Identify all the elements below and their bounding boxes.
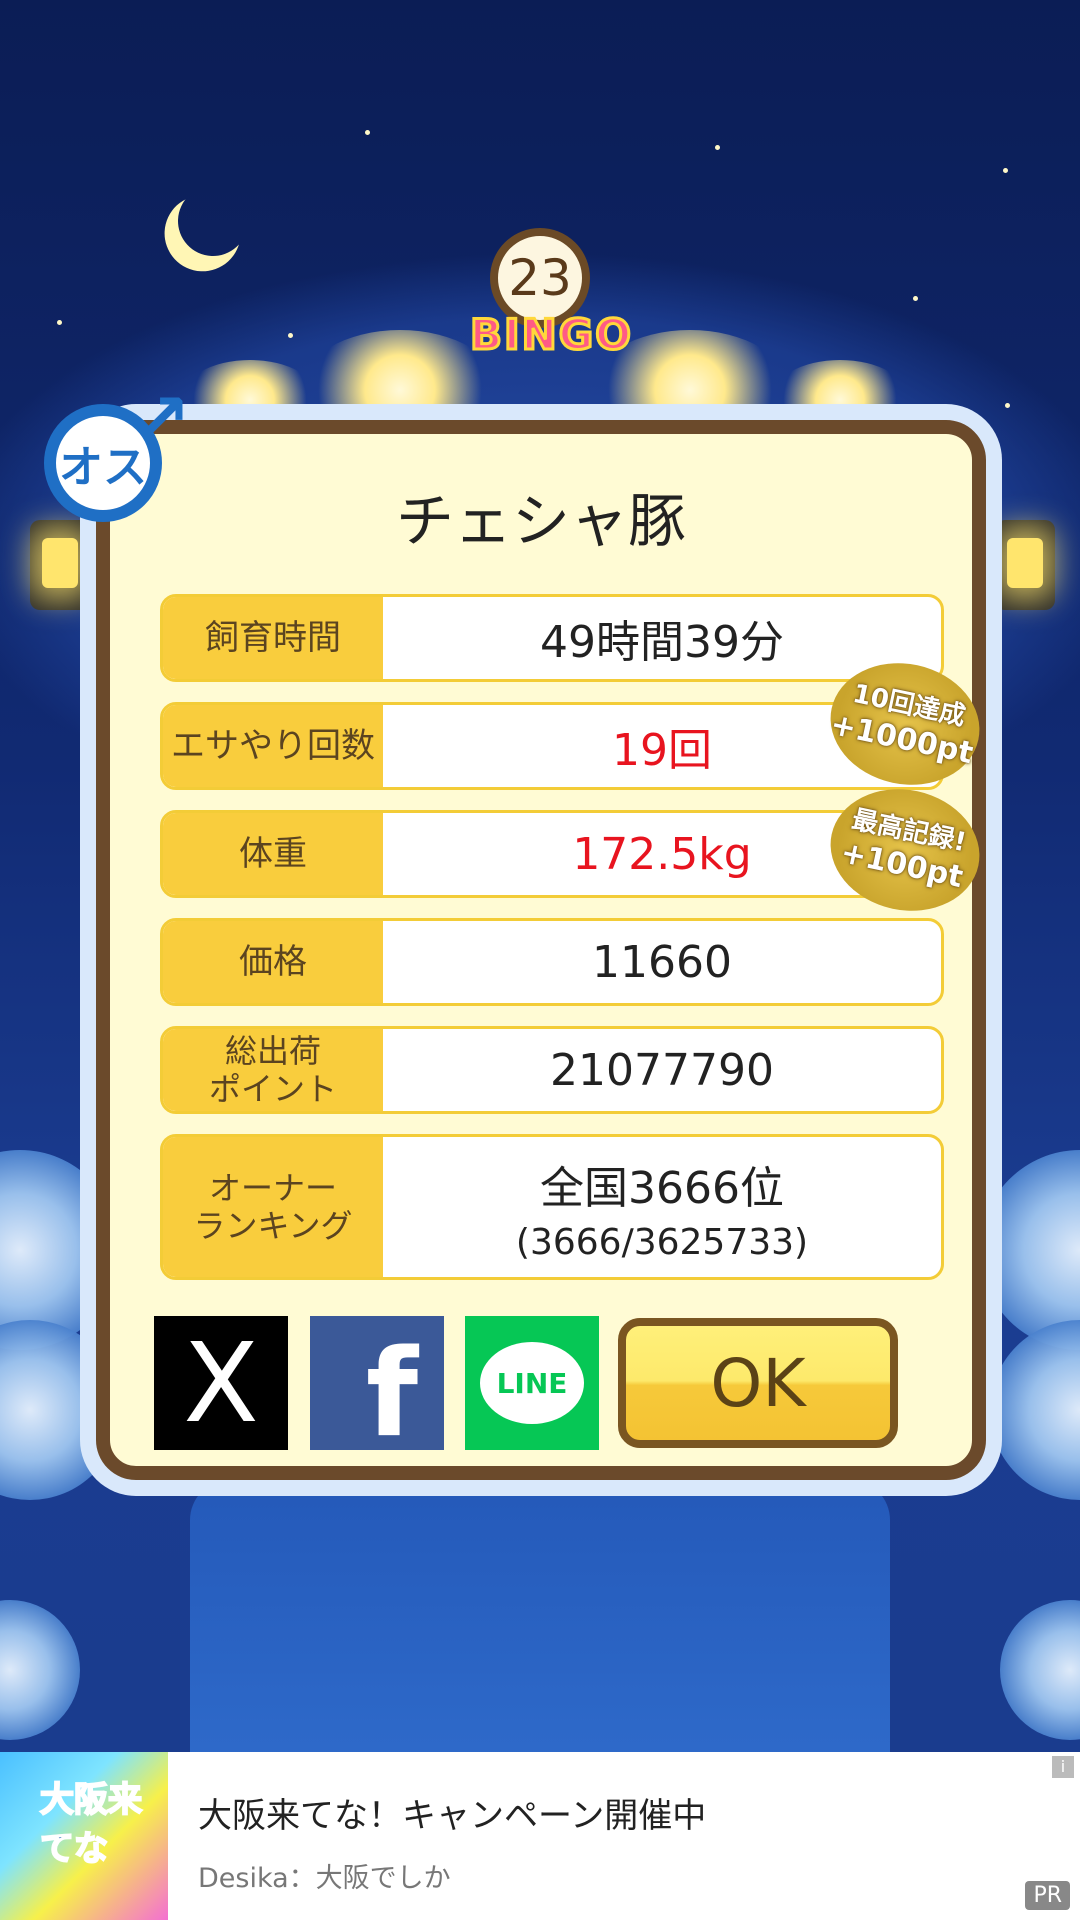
stat-label: 体重 bbox=[163, 813, 383, 895]
stat-value: 11660 bbox=[592, 936, 732, 988]
facebook-icon: f bbox=[365, 1325, 419, 1464]
stat-label: 価格 bbox=[163, 921, 383, 1003]
stat-value: 全国3666位 (3666/3625733) bbox=[383, 1137, 941, 1277]
moon-icon bbox=[168, 176, 258, 266]
share-facebook-button[interactable]: f bbox=[310, 1316, 444, 1464]
stat-row-feed-count: エサやり回数 19回 bbox=[160, 702, 944, 790]
ad-subtitle: Desika：大阪でしか bbox=[198, 1863, 451, 1894]
share-line-button[interactable]: LINE bbox=[465, 1316, 599, 1450]
street-lamp bbox=[995, 520, 1055, 610]
bingo-badge: 23 BINGO bbox=[469, 228, 633, 368]
male-badge: ↗ オス bbox=[36, 376, 191, 526]
light-bush bbox=[1000, 1600, 1080, 1740]
star bbox=[715, 145, 720, 150]
street-lamp bbox=[30, 520, 90, 610]
ad-image[interactable]: 大阪来てな bbox=[0, 1752, 168, 1920]
stat-row-weight: 体重 172.5kg bbox=[160, 810, 944, 898]
stat-label: 総出荷 ポイント bbox=[163, 1029, 383, 1111]
ad-pr-badge: PR bbox=[1025, 1881, 1070, 1910]
light-bush bbox=[980, 1150, 1080, 1350]
pig-name-title: チェシャ豚 bbox=[395, 487, 686, 555]
stat-value: 49時間39分 bbox=[540, 617, 784, 668]
ad-image-text: 大阪来てな bbox=[39, 1779, 143, 1870]
ad-info-icon[interactable]: i bbox=[1052, 1756, 1074, 1778]
star bbox=[1005, 403, 1010, 408]
male-label: オス bbox=[44, 404, 162, 522]
stat-label: エサやり回数 bbox=[163, 705, 383, 787]
ranking-detail: (3666/3625733) bbox=[515, 1221, 809, 1263]
stat-row-rearing-time: 飼育時間 49時間39分 bbox=[160, 594, 944, 682]
star bbox=[913, 296, 918, 301]
stat-value: 21077790 bbox=[550, 1044, 774, 1096]
light-bush bbox=[0, 1600, 80, 1740]
ranking-national: 全国3666位 bbox=[540, 1162, 784, 1214]
star bbox=[57, 320, 62, 325]
x-icon: X bbox=[183, 1319, 259, 1447]
share-x-button[interactable]: X bbox=[154, 1316, 288, 1450]
stat-label: 飼育時間 bbox=[163, 597, 383, 679]
stat-row-owner-ranking: オーナー ランキング 全国3666位 (3666/3625733) bbox=[160, 1134, 944, 1280]
pig-result-dialog: チェシャ豚 飼育時間 49時間39分 エサやり回数 19回 体重 172.5kg… bbox=[96, 420, 986, 1480]
stat-row-shipping-points: 総出荷 ポイント 21077790 bbox=[160, 1026, 944, 1114]
stat-label: オーナー ランキング bbox=[163, 1137, 383, 1277]
stat-row-price: 価格 11660 bbox=[160, 918, 944, 1006]
star bbox=[288, 333, 293, 338]
ok-button[interactable]: OK bbox=[618, 1318, 898, 1448]
line-icon: LINE bbox=[480, 1342, 584, 1424]
star bbox=[365, 130, 370, 135]
road bbox=[190, 1480, 890, 1752]
star bbox=[1003, 168, 1008, 173]
bingo-label: BINGO bbox=[469, 309, 633, 361]
light-bush bbox=[990, 1320, 1080, 1500]
ad-banner[interactable]: 大阪来てな 大阪来てな！キャンペーン開催中 Desika：大阪でしか i PR bbox=[0, 1752, 1080, 1920]
ad-title[interactable]: 大阪来てな！キャンペーン開催中 bbox=[198, 1788, 706, 1837]
